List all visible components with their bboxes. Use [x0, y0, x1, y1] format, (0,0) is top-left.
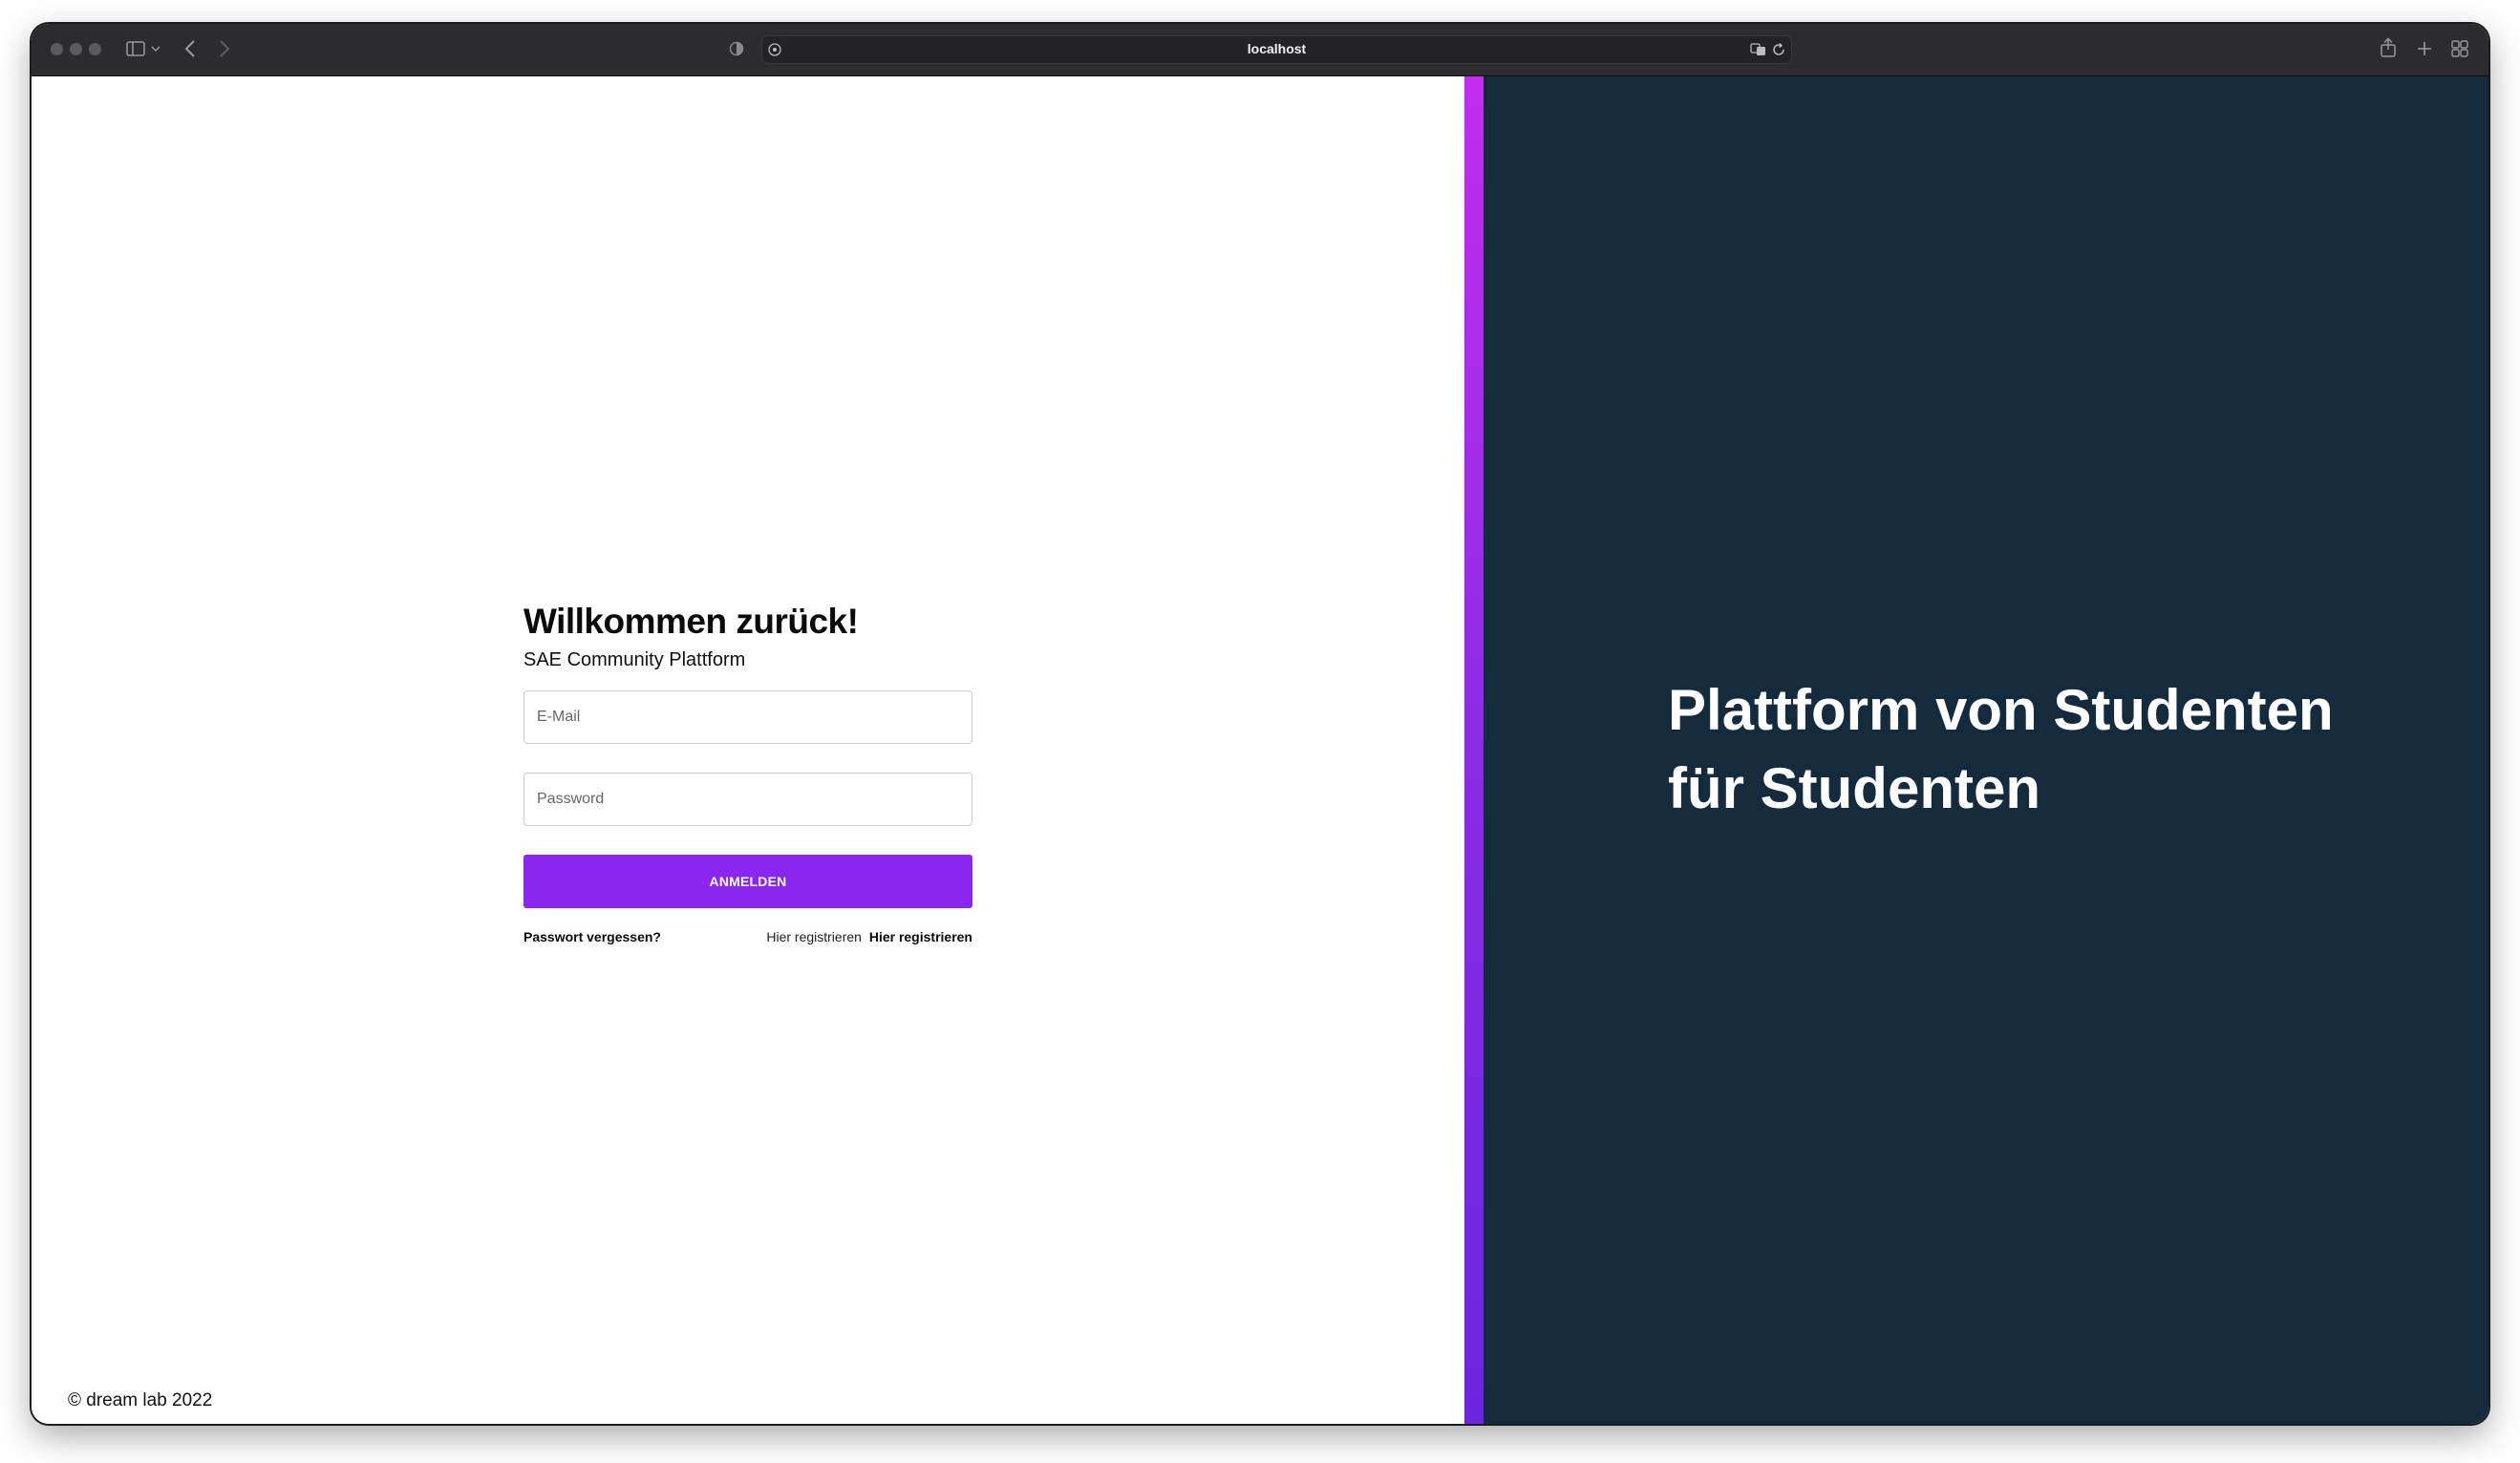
- login-panel: Willkommen zurück! SAE Community Plattfo…: [32, 76, 1464, 1424]
- chevron-down-icon[interactable]: [151, 46, 160, 53]
- minimize-window-button[interactable]: [70, 43, 82, 55]
- hero-tagline-line-1: Plattform von Studenten: [1668, 678, 2334, 742]
- sidebar-toggle-icon[interactable]: [126, 41, 145, 56]
- page-content: Willkommen zurück! SAE Community Plattfo…: [32, 76, 2488, 1424]
- close-window-button[interactable]: [51, 43, 63, 55]
- share-icon[interactable]: [2380, 37, 2397, 58]
- forgot-password-link[interactable]: Passwort vergessen?: [523, 929, 661, 944]
- browser-window: localhost Willkommen zurück! SAE Communi…: [32, 24, 2488, 1424]
- url-text: localhost: [1247, 41, 1307, 56]
- accent-gradient-strip: [1464, 76, 1484, 1424]
- email-field[interactable]: [523, 690, 972, 744]
- register-link[interactable]: Hier registrieren: [869, 929, 972, 944]
- privacy-report-icon[interactable]: [729, 41, 744, 56]
- password-field[interactable]: [523, 773, 972, 826]
- login-button[interactable]: ANMELDEN: [523, 855, 972, 908]
- register-prompt-group: Hier registrieren Hier registrieren: [766, 929, 972, 944]
- tab-overview-icon[interactable]: [2451, 40, 2468, 57]
- zoom-window-button[interactable]: [89, 43, 101, 55]
- login-form: Willkommen zurück! SAE Community Plattfo…: [523, 600, 972, 948]
- forward-icon[interactable]: [219, 40, 230, 57]
- translate-icon[interactable]: [1750, 42, 1767, 57]
- login-links: Passwort vergessen? Hier registrieren Hi…: [523, 929, 972, 948]
- login-subtitle: SAE Community Plattform: [523, 649, 746, 670]
- footer-copyright: © dream lab 2022: [68, 1390, 213, 1410]
- hero-tagline: Plattform von Studenten für Studenten: [1668, 671, 2394, 828]
- register-prompt-text: Hier registrieren: [766, 929, 862, 944]
- address-bar[interactable]: localhost: [761, 35, 1792, 64]
- back-icon[interactable]: [184, 40, 196, 57]
- login-title: Willkommen zurück!: [523, 602, 859, 641]
- browser-toolbar: localhost: [32, 24, 2488, 76]
- hero-tagline-line-2: für Studenten: [1668, 756, 2040, 820]
- reload-icon[interactable]: [1771, 42, 1786, 57]
- new-tab-icon[interactable]: [2416, 40, 2433, 57]
- hero-panel: Plattform von Studenten für Studenten: [1484, 76, 2488, 1424]
